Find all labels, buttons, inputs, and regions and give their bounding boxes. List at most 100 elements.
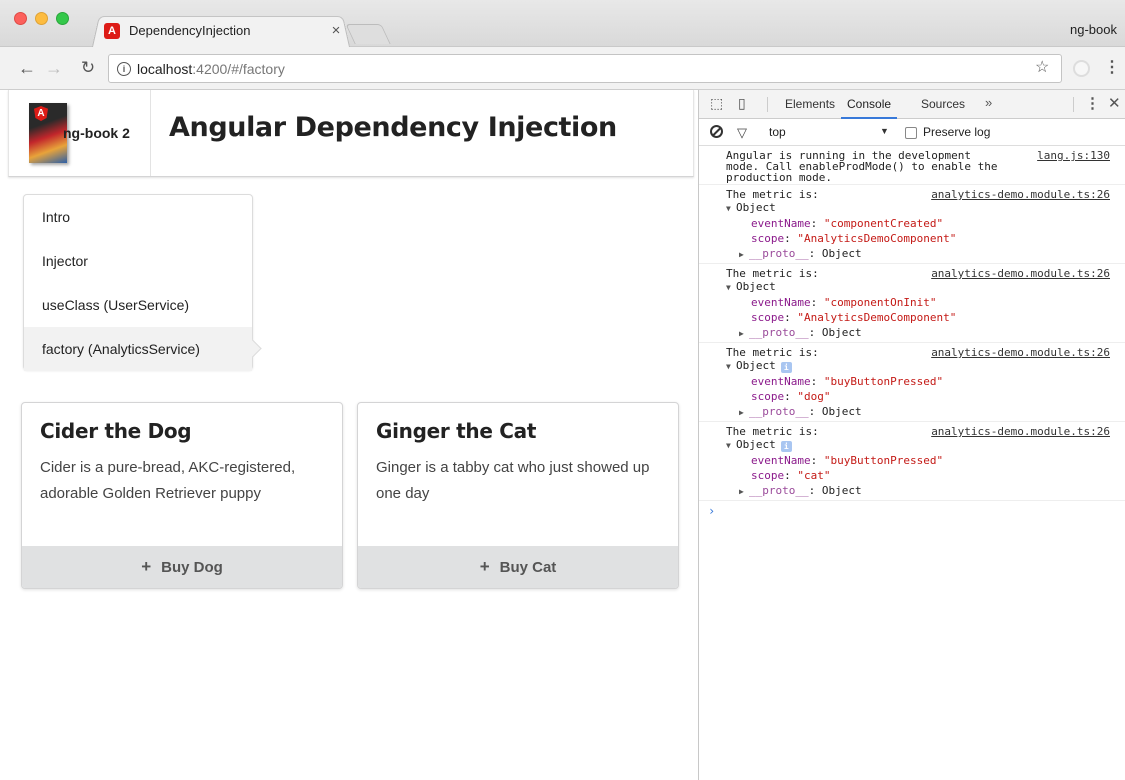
source-link[interactable]: analytics-demo.module.ts:26 [931,189,1110,200]
plus-icon: + [479,557,490,576]
console-message: The metric is: analytics-demo.module.ts:… [699,422,1125,501]
page-title: Angular Dependency Injection [169,112,617,143]
angular-favicon-icon: A [104,22,120,39]
console-filter-bar: ▽ top ▼ Preserve log [699,119,1125,146]
sidebar-item-injector[interactable]: Injector [24,239,252,283]
app-header: A ng-book 2 Angular Dependency Injection [8,90,694,177]
proto-toggle[interactable]: ▶ __proto__: Object [726,246,1110,262]
new-tab-button[interactable] [345,24,391,44]
object-property: eventName: "buyButtonPressed" [751,375,944,388]
collapsed-triangle-icon: ▶ [739,329,744,338]
object-property: scope: "cat" [751,469,831,482]
collapsed-triangle-icon: ▶ [739,408,744,417]
forward-arrow-icon[interactable]: → [44,58,64,78]
devtools-tabbar: ⬚ ▯ Elements Console Sources » ⋮ ✕ [699,90,1125,119]
sidebar-item-useclass[interactable]: useClass (UserService) [24,283,252,327]
info-icon[interactable]: i [117,61,131,76]
reload-icon[interactable]: ↻ [78,58,98,78]
object-property: eventName: "componentOnInit" [751,296,937,309]
browser-toolbar: ← → ↻ i localhost:4200/#/factory ☆ ⋮ [0,47,1125,90]
console-message: Angular is running in the development mo… [699,146,1125,185]
tab-title: DependencyInjection [129,23,251,38]
browser-tab[interactable]: A DependencyInjection × [104,14,344,47]
buy-cat-label: Buy Cat [499,558,557,576]
page-content: A ng-book 2 Angular Dependency Injection… [0,90,698,780]
plus-icon: + [141,557,152,576]
expanded-triangle-icon: ▼ [726,283,731,292]
url-path: :4200/#/factory [192,60,285,77]
close-window-button[interactable] [14,12,27,25]
address-bar[interactable]: i localhost:4200/#/factory [108,54,1062,83]
clear-console-icon[interactable] [710,125,723,138]
tab-elements[interactable]: Elements [785,90,835,119]
star-icon[interactable]: ☆ [1035,60,1049,76]
object-property: eventName: "buyButtonPressed" [751,454,944,467]
tab-console[interactable]: Console [841,90,898,119]
card-title: Cider the Dog [40,419,192,443]
object-toggle[interactable]: ▼ Object i [726,437,1110,453]
console-message: The metric is: analytics-demo.module.ts:… [699,343,1125,422]
url-host: localhost [137,60,193,77]
source-link[interactable]: analytics-demo.module.ts:26 [931,347,1110,358]
back-arrow-icon[interactable]: ← [17,58,37,78]
object-toggle[interactable]: ▼ Object [726,279,1110,295]
source-link[interactable]: analytics-demo.module.ts:26 [931,268,1110,279]
brand-link[interactable]: A ng-book 2 [9,90,151,176]
message-text: Angular is running in the development mo… [726,149,1005,184]
collapsed-triangle-icon: ▶ [739,250,744,259]
object-property: scope: "AnalyticsDemoComponent" [751,311,957,324]
proto-toggle[interactable]: ▶ __proto__: Object [726,483,1110,499]
object-property: scope: "dog" [751,390,831,403]
profile-name[interactable]: ng-book [1070,22,1117,37]
buy-dog-button[interactable]: + Buy Dog [22,546,342,588]
filter-icon[interactable]: ▽ [737,125,747,141]
device-toolbar-icon[interactable]: ▯ [738,95,746,112]
caret-down-icon[interactable]: ▼ [880,126,889,136]
inspect-element-icon[interactable]: ⬚ [710,95,723,112]
object-property: eventName: "componentCreated" [751,217,944,230]
console-prompt[interactable]: › [699,501,1125,521]
card-description: Cider is a pure-bread, AKC-registered, a… [40,459,296,502]
source-link[interactable]: lang.js:130 [1037,150,1110,161]
tab-sources[interactable]: Sources [921,90,965,119]
divider [767,97,768,112]
proto-toggle[interactable]: ▶ __proto__: Object [726,404,1110,420]
sidebar-item-factory[interactable]: factory (AnalyticsService) [24,327,252,371]
product-card-dog: Cider the Dog Cider is a pure-bread, AKC… [21,402,343,589]
minimize-window-button[interactable] [35,12,48,25]
context-selector[interactable]: top [769,125,786,139]
kebab-menu-icon[interactable]: ⋮ [1104,58,1120,78]
object-toggle[interactable]: ▼ Object i [726,358,1110,374]
expanded-triangle-icon: ▼ [726,204,731,213]
devtools-panel: ⬚ ▯ Elements Console Sources » ⋮ ✕ ▽ top… [698,90,1125,780]
product-card-cat: Ginger the Cat Ginger is a tabby cat who… [357,402,679,589]
console-message: The metric is: analytics-demo.module.ts:… [699,185,1125,264]
side-menu: Intro Injector useClass (UserService) fa… [23,194,253,371]
proto-toggle[interactable]: ▶ __proto__: Object [726,325,1110,341]
card-description: Ginger is a tabby cat who just showed up… [376,459,650,502]
console-output: Angular is running in the development mo… [699,146,1125,521]
info-badge-icon[interactable]: i [780,362,792,373]
preserve-log-checkbox[interactable] [905,127,917,139]
object-toggle[interactable]: ▼ Object [726,200,1110,216]
object-property: scope: "AnalyticsDemoComponent" [751,232,957,245]
browser-titlebar: A DependencyInjection × ng-book [0,0,1125,47]
divider [1073,97,1074,112]
sidebar-item-intro[interactable]: Intro [24,195,252,239]
angular-logo-icon: A [34,106,48,121]
expanded-triangle-icon: ▼ [726,441,731,450]
preserve-log-label: Preserve log [923,125,991,139]
source-link[interactable]: analytics-demo.module.ts:26 [931,426,1110,437]
buy-cat-button[interactable]: + Buy Cat [358,546,678,588]
zoom-window-button[interactable] [56,12,69,25]
expanded-triangle-icon: ▼ [726,362,731,371]
collapsed-triangle-icon: ▶ [739,487,744,496]
ng-book-cover-logo: A [29,103,67,163]
devtools-menu-icon[interactable]: ⋮ [1085,94,1100,112]
tab-close-icon[interactable]: × [328,22,344,39]
devtools-close-icon[interactable]: ✕ [1108,94,1121,112]
more-tabs-icon[interactable]: » [985,95,992,110]
extension-icon[interactable] [1073,60,1090,77]
info-badge-icon[interactable]: i [780,441,792,452]
card-title: Ginger the Cat [376,419,537,443]
